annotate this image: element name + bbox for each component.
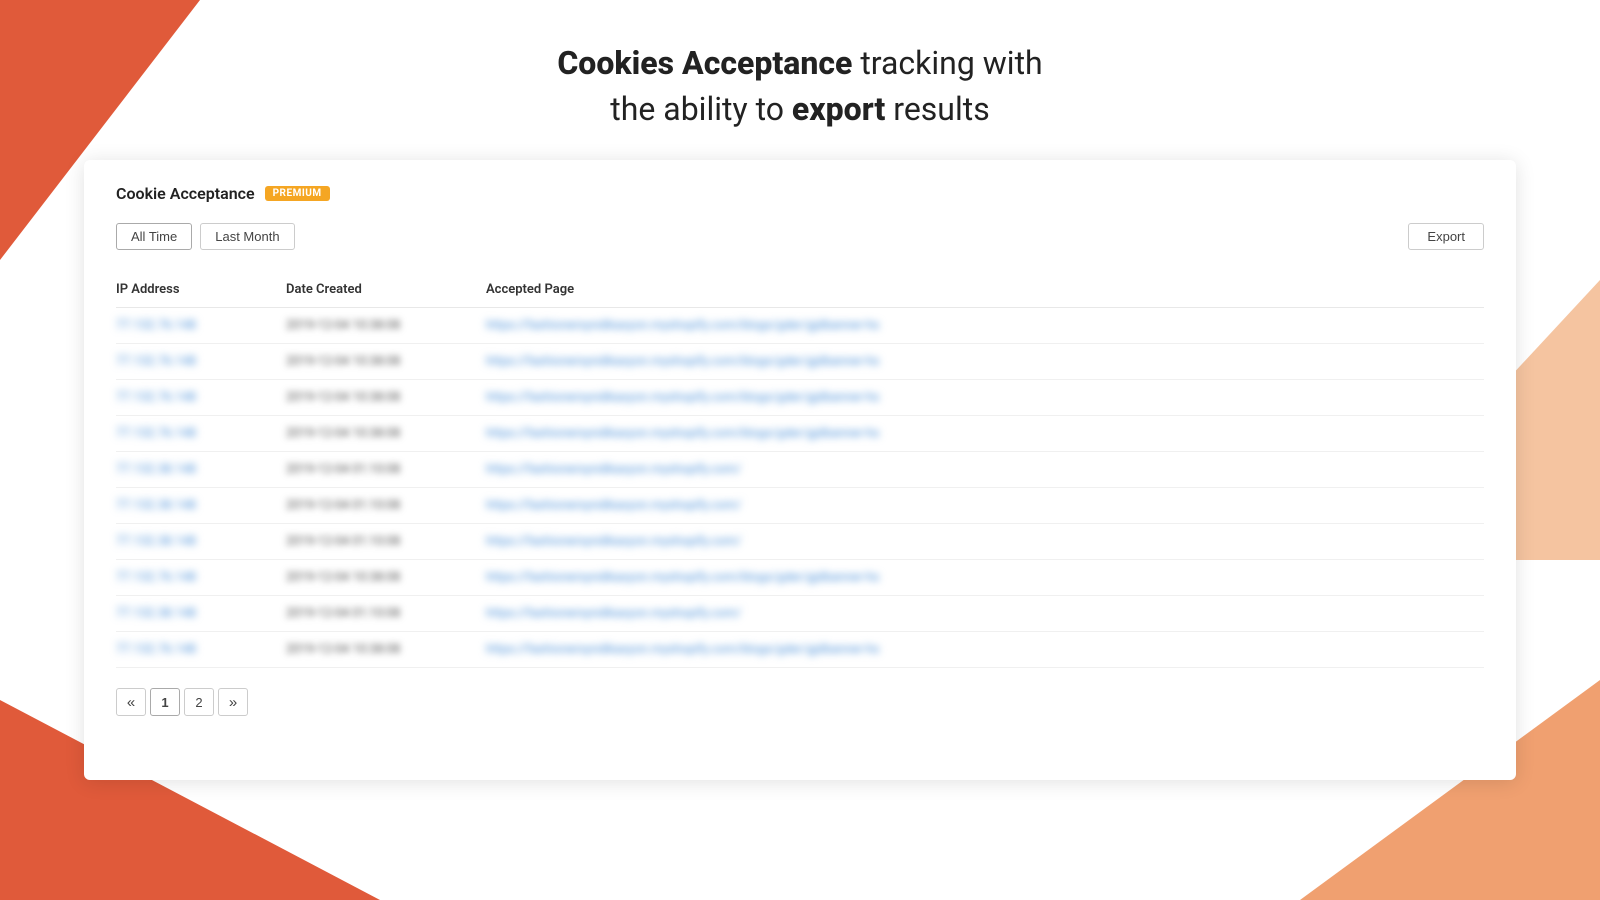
- cell-url: https://fashionersyndikasyon.myshopify.c…: [486, 416, 1484, 452]
- table-body: 77.132.76.1482019-12-04 10:38:08https://…: [116, 308, 1484, 668]
- table-row: 77.132.76.1482019-12-04 10:38:08https://…: [116, 380, 1484, 416]
- table-header: IP Address Date Created Accepted Page: [116, 274, 1484, 308]
- col-header-url: Accepted Page: [486, 274, 1484, 308]
- export-button[interactable]: Export: [1408, 223, 1484, 250]
- cell-ip: 77.132.38.148: [116, 524, 286, 560]
- col-header-ip: IP Address: [116, 274, 286, 308]
- table-row: 77.132.76.1482019-12-04 10:38:08https://…: [116, 416, 1484, 452]
- cookie-acceptance-table: IP Address Date Created Accepted Page 77…: [116, 274, 1484, 668]
- filter-row: All Time Last Month Export: [116, 223, 1484, 250]
- cell-date: 2019-12-04 10:38:08: [286, 380, 486, 416]
- cell-date: 2019-12-04 10:38:08: [286, 308, 486, 344]
- cell-date: 2019-12-04 10:38:08: [286, 560, 486, 596]
- all-time-filter-button[interactable]: All Time: [116, 223, 192, 250]
- table-row: 77.132.76.1482019-12-04 10:38:08https://…: [116, 308, 1484, 344]
- title-normal-1: tracking with: [860, 44, 1042, 82]
- pagination-page2-button[interactable]: 2: [184, 688, 214, 716]
- cell-url: https://fashionersyndikasyon.myshopify.c…: [486, 524, 1484, 560]
- cell-url: https://fashionersyndikasyon.myshopify.c…: [486, 308, 1484, 344]
- title-bold-1: Cookies Acceptance: [557, 44, 852, 82]
- pagination-next-button[interactable]: »: [218, 688, 248, 716]
- pagination: « 1 2 »: [116, 688, 1484, 716]
- cell-ip: 77.132.38.148: [116, 596, 286, 632]
- cell-date: 2019-12-04 10:38:08: [286, 416, 486, 452]
- table-row: 77.132.76.1482019-12-04 10:38:08https://…: [116, 344, 1484, 380]
- table-row: 77.132.38.1482019-12-04 01:10:08https://…: [116, 524, 1484, 560]
- cookie-acceptance-card: Cookie Acceptance PREMIUM All Time Last …: [84, 160, 1516, 780]
- page-title: Cookies Acceptance tracking with the abi…: [0, 40, 1600, 133]
- cell-url: https://fashionersyndikasyon.myshopify.c…: [486, 596, 1484, 632]
- cell-url: https://fashionersyndikasyon.myshopify.c…: [486, 560, 1484, 596]
- cell-ip: 77.132.76.148: [116, 416, 286, 452]
- card-header: Cookie Acceptance PREMIUM: [116, 184, 1484, 203]
- cell-date: 2019-12-04 01:10:08: [286, 452, 486, 488]
- table-row: 77.132.38.1482019-12-04 01:10:08https://…: [116, 596, 1484, 632]
- cell-ip: 77.132.76.148: [116, 560, 286, 596]
- cell-ip: 77.132.76.148: [116, 344, 286, 380]
- card-title: Cookie Acceptance: [116, 184, 255, 203]
- cell-ip: 77.132.76.148: [116, 308, 286, 344]
- col-header-date: Date Created: [286, 274, 486, 308]
- table-row: 77.132.76.1482019-12-04 10:38:08https://…: [116, 632, 1484, 668]
- cell-url: https://fashionersyndikasyon.myshopify.c…: [486, 452, 1484, 488]
- pagination-prev-button[interactable]: «: [116, 688, 146, 716]
- cell-ip: 77.132.76.148: [116, 380, 286, 416]
- cell-ip: 77.132.38.148: [116, 452, 286, 488]
- table-row: 77.132.76.1482019-12-04 10:38:08https://…: [116, 560, 1484, 596]
- cell-url: https://fashionersyndikasyon.myshopify.c…: [486, 488, 1484, 524]
- cell-date: 2019-12-04 10:38:08: [286, 344, 486, 380]
- cell-date: 2019-12-04 01:10:08: [286, 488, 486, 524]
- table-row: 77.132.38.1482019-12-04 01:10:08https://…: [116, 452, 1484, 488]
- cell-url: https://fashionersyndikasyon.myshopify.c…: [486, 344, 1484, 380]
- cell-date: 2019-12-04 01:10:08: [286, 596, 486, 632]
- last-month-filter-button[interactable]: Last Month: [200, 223, 294, 250]
- cell-date: 2019-12-04 01:10:08: [286, 524, 486, 560]
- table-row: 77.132.38.1482019-12-04 01:10:08https://…: [116, 488, 1484, 524]
- cell-ip: 77.132.76.148: [116, 632, 286, 668]
- title-post-2: results: [893, 90, 989, 128]
- cell-ip: 77.132.38.148: [116, 488, 286, 524]
- pagination-page1-button[interactable]: 1: [150, 688, 180, 716]
- cell-url: https://fashionersyndikasyon.myshopify.c…: [486, 380, 1484, 416]
- title-pre-2: the ability to: [610, 90, 784, 128]
- cell-url: https://fashionersyndikasyon.myshopify.c…: [486, 632, 1484, 668]
- title-bold-2: export: [792, 90, 885, 128]
- cell-date: 2019-12-04 10:38:08: [286, 632, 486, 668]
- premium-badge: PREMIUM: [265, 186, 330, 201]
